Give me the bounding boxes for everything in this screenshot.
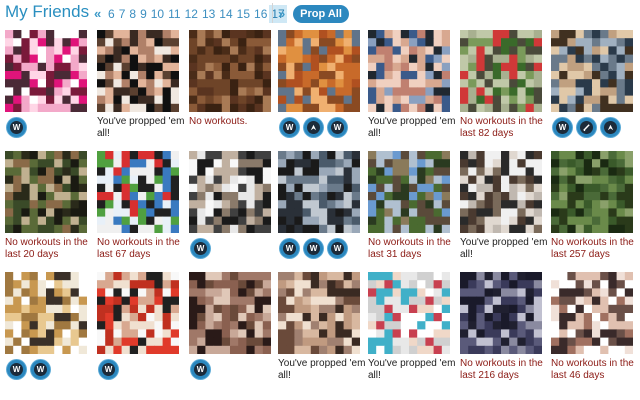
- friend-avatar[interactable]: [189, 30, 271, 112]
- prop-badges: W: [7, 118, 26, 137]
- header: My Friends « 6 7 8 9 10 11 12 13 14 15 16 17 » Prop…: [0, 0, 640, 28]
- page-link[interactable]: 16: [252, 5, 269, 23]
- workout-w-icon[interactable]: W: [280, 239, 299, 258]
- friend-status-text: You've propped 'em all!: [368, 358, 456, 381]
- prop-badges: WW: [7, 360, 50, 379]
- friend-avatar[interactable]: [551, 30, 633, 112]
- friend-status-text: No workouts in the last 31 days: [368, 237, 451, 260]
- workout-w-icon[interactable]: W: [328, 118, 347, 137]
- friend-avatar[interactable]: [5, 151, 87, 233]
- page-link[interactable]: 10: [149, 5, 166, 23]
- prop-badges: W: [191, 239, 210, 258]
- workout-w-icon[interactable]: W: [304, 239, 323, 258]
- workout-w-icon[interactable]: W: [553, 118, 572, 137]
- friend-avatar[interactable]: [460, 151, 542, 233]
- friend-status-text: No workouts in the last 257 days: [551, 237, 634, 260]
- page-link[interactable]: 14: [217, 5, 234, 23]
- prop-all-button[interactable]: Prop All: [293, 5, 349, 23]
- friend-avatar[interactable]: [368, 151, 450, 233]
- workout-w-icon[interactable]: W: [7, 118, 26, 137]
- run-icon[interactable]: [601, 118, 620, 137]
- friend-status-text: You've propped 'em all!: [460, 237, 548, 260]
- friend-avatar[interactable]: [460, 30, 542, 112]
- page-link[interactable]: 6: [106, 5, 117, 23]
- prop-badges: W: [553, 118, 620, 137]
- workout-w-icon[interactable]: W: [191, 239, 210, 258]
- prop-badges: WWW: [280, 239, 347, 258]
- friend-avatar[interactable]: [97, 30, 179, 112]
- workout-w-icon[interactable]: W: [191, 360, 210, 379]
- workout-w-icon[interactable]: W: [328, 239, 347, 258]
- friend-avatar[interactable]: [278, 30, 360, 112]
- friend-avatar[interactable]: [5, 30, 87, 112]
- pager-prev-arrow[interactable]: «: [94, 6, 101, 21]
- friend-status-text: No workouts in the last 82 days: [460, 116, 543, 139]
- friend-status-text: No workouts in the last 67 days: [97, 237, 180, 260]
- prop-badges: W: [191, 360, 210, 379]
- page-link[interactable]: 7: [117, 5, 128, 23]
- friend-avatar[interactable]: [460, 272, 542, 354]
- prop-badges: WW: [280, 118, 347, 137]
- friend-status-text: No workouts in the last 46 days: [551, 358, 634, 381]
- pager-next-arrow[interactable]: »: [278, 6, 285, 21]
- friend-avatar[interactable]: [551, 272, 633, 354]
- friend-avatar[interactable]: [189, 272, 271, 354]
- page-link[interactable]: 13: [200, 5, 217, 23]
- page-title: My Friends: [5, 2, 90, 21]
- friend-avatar[interactable]: [97, 151, 179, 233]
- workout-w-icon[interactable]: W: [7, 360, 26, 379]
- friend-avatar[interactable]: [5, 272, 87, 354]
- divider: [272, 3, 273, 23]
- page-link[interactable]: 9: [138, 5, 149, 23]
- friend-avatar[interactable]: [278, 272, 360, 354]
- workout-w-icon[interactable]: W: [280, 118, 299, 137]
- friend-avatar[interactable]: [189, 151, 271, 233]
- friend-avatar[interactable]: [97, 272, 179, 354]
- prop-badges: W: [99, 360, 118, 379]
- page-link[interactable]: 15: [235, 5, 252, 23]
- run-icon[interactable]: [304, 118, 323, 137]
- page-link[interactable]: 12: [183, 5, 200, 23]
- friend-status-text: No workouts in the last 216 days: [460, 358, 543, 381]
- friend-status-text: You've propped 'em all!: [97, 116, 185, 139]
- pagination: 6 7 8 9 10 11 12 13 14 15 16 17: [106, 5, 287, 23]
- friend-status-text: You've propped 'em all!: [368, 116, 456, 139]
- friend-avatar[interactable]: [368, 30, 450, 112]
- friend-avatar[interactable]: [551, 151, 633, 233]
- friend-avatar[interactable]: [278, 151, 360, 233]
- friend-status-text: No workouts in the last 20 days: [5, 237, 88, 260]
- friend-status-text: You've propped 'em all!: [278, 358, 366, 381]
- page-link[interactable]: 11: [166, 5, 182, 23]
- pencil-icon[interactable]: [577, 118, 596, 137]
- workout-w-icon[interactable]: W: [31, 360, 50, 379]
- friend-status-text: No workouts.: [189, 116, 248, 127]
- workout-w-icon[interactable]: W: [99, 360, 118, 379]
- friend-avatar[interactable]: [368, 272, 450, 354]
- page-link[interactable]: 8: [127, 5, 138, 23]
